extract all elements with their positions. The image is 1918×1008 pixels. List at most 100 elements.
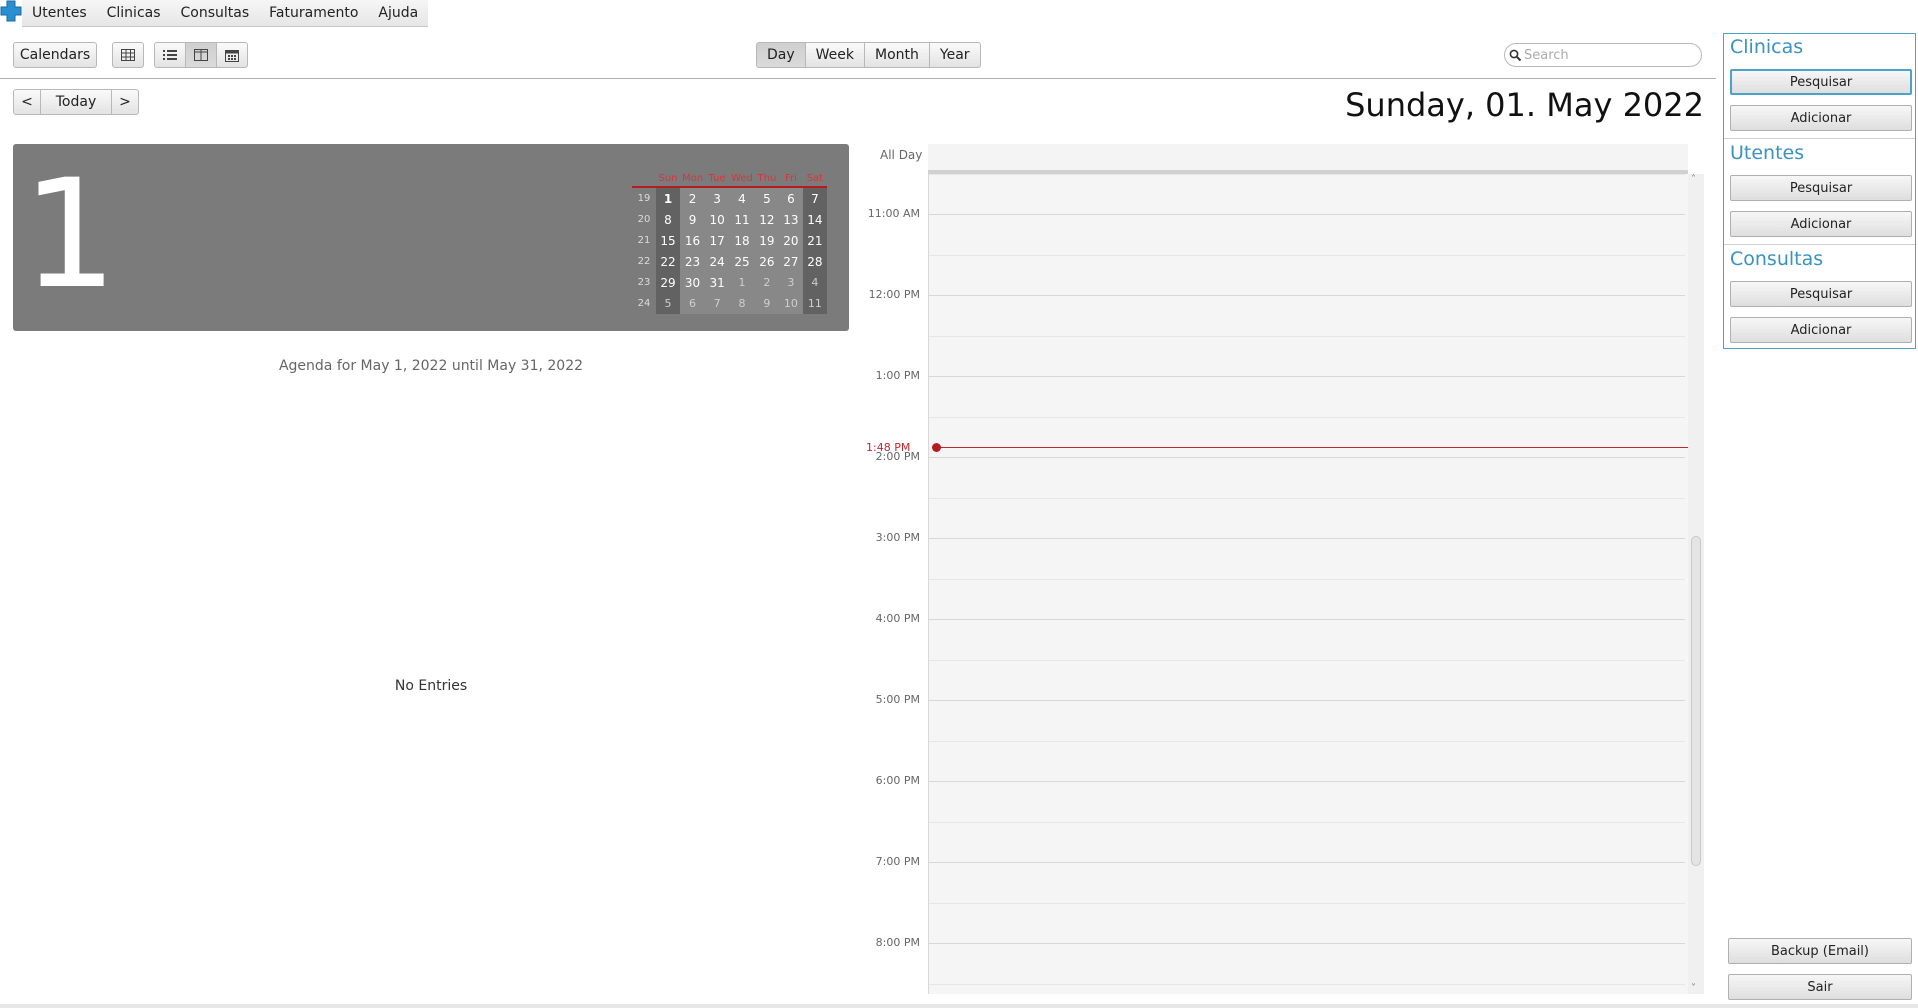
mini-calendar-day[interactable]: 10 [705, 209, 730, 230]
mini-calendar-day[interactable]: 21 [802, 230, 827, 251]
menu-consultas[interactable]: Consultas [171, 5, 260, 21]
hour-line [929, 943, 1685, 944]
mini-calendar-day[interactable]: 3 [705, 187, 730, 209]
mini-calendar-day[interactable]: 8 [729, 293, 755, 314]
scroll-down-icon[interactable]: ˅ [1691, 983, 1696, 994]
consultas-search-button[interactable]: Pesquisar [1730, 281, 1912, 307]
mini-calendar-day[interactable]: 3 [778, 272, 803, 293]
mini-calendar-day[interactable]: 23 [680, 251, 706, 272]
mini-calendar-day[interactable]: 26 [754, 251, 779, 272]
list-icon [163, 50, 177, 60]
clinicas-search-button[interactable]: Pesquisar [1730, 69, 1912, 95]
schedule-scrollbar[interactable]: ˄ ˅ [1688, 174, 1704, 994]
half-hour-line [929, 254, 1685, 256]
current-time-label: 1:48 PM [866, 441, 911, 454]
mini-calendar-day[interactable]: 16 [680, 230, 706, 251]
view-switcher: Day Week Month Year [756, 42, 981, 68]
utentes-add-button[interactable]: Adicionar [1730, 211, 1912, 237]
mini-calendar-day[interactable]: 1 [656, 187, 680, 209]
mini-calendar-day[interactable]: 11 [802, 293, 827, 314]
mini-calendar-day[interactable]: 15 [656, 230, 680, 251]
mini-calendar-day[interactable]: 29 [656, 272, 680, 293]
mini-calendar-day[interactable]: 6 [680, 293, 706, 314]
mini-calendar-day[interactable]: 11 [729, 209, 755, 230]
clinicas-add-button[interactable]: Adicionar [1730, 105, 1912, 131]
hour-line [929, 862, 1685, 863]
exit-button[interactable]: Sair [1728, 974, 1912, 1000]
scroll-up-icon[interactable]: ˄ [1691, 174, 1696, 185]
half-hour-line [929, 902, 1685, 904]
mini-calendar-day[interactable]: 10 [778, 293, 803, 314]
split-layout-button[interactable] [185, 42, 217, 68]
mini-calendar-day[interactable]: 24 [705, 251, 730, 272]
mini-calendar-day[interactable]: 4 [802, 272, 827, 293]
next-button[interactable]: > [111, 89, 139, 115]
week-view-button[interactable]: Week [804, 42, 866, 68]
mini-calendar-day[interactable]: 7 [705, 293, 730, 314]
week-number: 24 [637, 298, 651, 309]
mini-calendar-day[interactable]: 30 [680, 272, 706, 293]
mini-calendar-day[interactable]: 9 [680, 209, 706, 230]
all-day-area[interactable] [928, 144, 1688, 175]
mini-calendar-day[interactable]: 5 [754, 187, 779, 209]
agenda-title: Agenda for May 1, 2022 until May 31, 202… [278, 358, 584, 374]
half-hour-line [929, 335, 1685, 337]
mini-calendar-day[interactable]: 8 [656, 209, 680, 230]
menu-faturamento[interactable]: Faturamento [259, 5, 368, 21]
section-title-clinicas: Clinicas [1730, 36, 1804, 58]
mini-calendar-day[interactable]: 2 [754, 272, 779, 293]
medical-cross-icon [0, 0, 22, 22]
section-divider [1724, 138, 1915, 139]
year-view-button[interactable]: Year [928, 42, 981, 68]
weekday-header: Thu [754, 170, 779, 188]
scrollbar-thumb[interactable] [1691, 536, 1701, 866]
half-hour-line [929, 659, 1685, 661]
list-layout-button[interactable] [154, 42, 186, 68]
consultas-add-button[interactable]: Adicionar [1730, 317, 1912, 343]
mini-calendar-day[interactable]: 4 [729, 187, 755, 209]
no-entries-text: No Entries [394, 678, 468, 694]
weekday-header: Mon [680, 170, 706, 188]
menu-clinicas[interactable]: Clinicas [97, 5, 171, 21]
menu-utentes[interactable]: Utentes [22, 5, 97, 21]
mini-calendar-day[interactable]: 12 [754, 209, 779, 230]
layout-toggle-group [154, 42, 248, 68]
backup-email-button[interactable]: Backup (Email) [1728, 938, 1912, 964]
day-schedule-grid[interactable] [928, 173, 1689, 994]
mini-calendar-day[interactable]: 25 [729, 251, 755, 272]
previous-button[interactable]: < [13, 89, 41, 115]
mini-calendar-day[interactable]: 28 [802, 251, 827, 272]
day-view-button[interactable]: Day [756, 42, 806, 68]
mini-calendar-day[interactable]: 7 [802, 187, 827, 209]
calendar-layout-button[interactable] [216, 42, 248, 68]
month-view-button[interactable]: Month [864, 42, 930, 68]
mini-calendar-day[interactable]: 31 [705, 272, 730, 293]
mini-calendar-day[interactable]: 1 [729, 272, 755, 293]
mini-calendar-day[interactable]: 14 [802, 209, 827, 230]
week-number: 19 [637, 193, 651, 204]
calendar-icon [225, 49, 239, 62]
mini-calendar-day[interactable]: 13 [778, 209, 803, 230]
mini-calendar-day[interactable]: 9 [754, 293, 779, 314]
utentes-search-button[interactable]: Pesquisar [1730, 175, 1912, 201]
grid-view-button[interactable] [112, 42, 144, 68]
mini-calendar-day[interactable]: 20 [778, 230, 803, 251]
half-hour-line [929, 821, 1685, 823]
menu-ajuda[interactable]: Ajuda [368, 5, 428, 21]
mini-calendar-day[interactable]: 5 [656, 293, 680, 314]
mini-calendar-day[interactable]: 17 [705, 230, 730, 251]
today-button[interactable]: Today [40, 89, 112, 115]
half-hour-line [929, 173, 1685, 175]
mini-calendar-day[interactable]: 27 [778, 251, 803, 272]
calendars-button[interactable]: Calendars [13, 42, 97, 68]
mini-calendar-day[interactable]: 2 [680, 187, 706, 209]
mini-calendar-day[interactable]: 18 [729, 230, 755, 251]
week-number: 21 [637, 235, 651, 246]
search-input[interactable] [1522, 46, 1686, 64]
mini-calendar-day[interactable]: 22 [656, 251, 680, 272]
hour-label: 8:00 PM [875, 936, 920, 949]
mini-calendar-day[interactable]: 19 [754, 230, 779, 251]
current-date-title: Sunday, 01. May 2022 [1345, 86, 1704, 124]
mini-calendar-day[interactable]: 6 [778, 187, 803, 209]
hour-line [929, 700, 1685, 701]
